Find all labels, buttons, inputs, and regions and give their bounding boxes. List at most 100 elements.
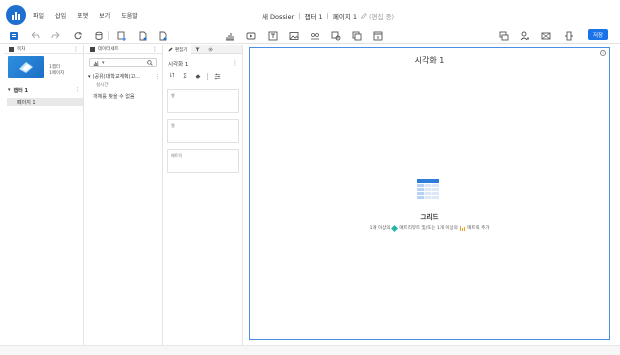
dossier-name[interactable]: 새 Dossier [262, 11, 294, 21]
dataset-item[interactable]: ▾ (공유)대학교계획(고... ⋮ [88, 73, 160, 81]
toc-icon [9, 46, 14, 52]
menu-help[interactable]: 도움말 [121, 11, 138, 20]
edit-status-label: (편집 중) [369, 13, 395, 21]
editor-more-icon[interactable]: ⋮ [232, 60, 238, 67]
chapter-label: 챕터 1 [13, 87, 28, 94]
pencil-icon [168, 47, 173, 52]
title-separator: | [326, 12, 329, 20]
dataset-more-icon[interactable]: ⋮ [152, 46, 158, 53]
columns-label: 열 [171, 123, 175, 128]
swap-icon[interactable]: ⮃ [168, 72, 176, 80]
editor-tabs: 편집기 [164, 45, 242, 54]
dataset-panel: 데이터세트 ⋮ ▾ ▾ (공유)대학교계획(고... ⋮ 실시간 개체를 찾을 … [85, 45, 163, 345]
menu-file[interactable]: 파일 [33, 11, 44, 20]
rows-drop-zone[interactable]: 행 [167, 89, 239, 113]
dataset-search[interactable]: ▾ [89, 58, 157, 67]
visualization-canvas[interactable]: 시각화 1 i 그리드 1개 이상의 애트리뷰트 및/또는 1개 이상의 메트릭… [249, 47, 610, 340]
hint-prefix: 1개 이상의 [369, 226, 391, 231]
main-menu: 파일 삽입 포맷 보기 도움말 [33, 11, 138, 20]
toc-panel-header: 목차 ⋮ [4, 45, 83, 54]
no-objects-message: 개체를 찾을 수 없음 [93, 94, 135, 100]
thumbnail-graphic-icon [19, 62, 33, 73]
metric-icon [459, 225, 466, 231]
visualization-title[interactable]: 시각화 1 [250, 55, 609, 66]
comment-icon[interactable] [498, 30, 509, 41]
page-name: 페이지 1 [332, 13, 358, 21]
refresh-icon[interactable] [72, 30, 83, 41]
filter-caret-icon[interactable]: ▾ [102, 60, 105, 66]
dataset-name: (공유)대학교계획(고... [92, 74, 140, 80]
present-icon[interactable] [540, 30, 551, 41]
visualization-hint: 1개 이상의 애트리뷰트 및/또는 1개 이상의 메트릭 추가 [250, 224, 609, 232]
shape-icon[interactable] [309, 30, 320, 41]
title-separator: | [298, 12, 301, 20]
page-count: 1페이지 [49, 71, 65, 76]
eraser-icon[interactable] [194, 72, 202, 80]
toc-toggle-icon[interactable] [8, 30, 19, 41]
hint-attribute-text: 애트리뷰트 및/또는 1개 이상의 [399, 226, 458, 231]
menu-insert[interactable]: 삽입 [55, 11, 66, 20]
page-thumbnail[interactable] [8, 56, 44, 78]
add-chapter-icon[interactable] [137, 30, 148, 41]
editor-tools: ⮃ Σ [168, 72, 221, 80]
dataset-icon [90, 46, 95, 52]
toolbar-divider [108, 31, 109, 40]
undo-icon[interactable] [29, 30, 40, 41]
info-icon[interactable]: i [600, 50, 606, 56]
tab-format[interactable] [204, 45, 217, 54]
toc-panel: 목차 ⋮ 1챕터 1페이지 ▾ 챕터 1 ⋮ 페이지 1 [4, 45, 84, 345]
chapter-caret-icon[interactable]: ▾ [8, 87, 11, 93]
chart-filter-icon[interactable] [93, 60, 99, 66]
redo-icon[interactable] [50, 30, 61, 41]
toc-more-icon[interactable]: ⋮ [73, 46, 79, 53]
editor-panel: 편집기 시각화 1 ⋮ ⮃ Σ 행 열 메트릭 [164, 45, 243, 345]
menu-bar: 파일 삽입 포맷 보기 도움말 새 Dossier | 챕터 1 | 페이지 1… [0, 0, 620, 30]
page-row[interactable]: 페이지 1 [7, 98, 83, 106]
dataset-panel-title: 데이터세트 [98, 47, 119, 52]
gear-icon [209, 47, 213, 52]
tab-editor-label: 편집기 [175, 47, 188, 53]
toc-panel-title: 목차 [17, 47, 26, 52]
pencil-icon [361, 13, 367, 19]
tab-filter[interactable] [191, 45, 204, 54]
chart-icon[interactable] [224, 30, 235, 41]
tab-editor[interactable]: 편집기 [164, 45, 192, 54]
edit-status: (편집 중) [361, 11, 394, 21]
attribute-icon [391, 224, 399, 232]
grid-visualization-icon [417, 179, 439, 199]
add-dataset-icon[interactable] [116, 30, 127, 41]
hint-metric-text: 메트릭 추가 [467, 226, 490, 231]
data-source-icon[interactable] [93, 30, 104, 41]
share-user-icon[interactable] [519, 30, 530, 41]
text-box-icon[interactable] [267, 30, 278, 41]
chapter-row[interactable]: ▾ 챕터 1 ⋮ [4, 86, 83, 94]
visualization-type-name: 그리드 [420, 213, 439, 221]
chapter-more-icon[interactable]: ⋮ [75, 87, 80, 93]
save-button[interactable]: 저장 [588, 29, 608, 40]
filter-panel-icon[interactable] [330, 30, 341, 41]
app-logo-icon[interactable] [6, 5, 26, 25]
menu-format[interactable]: 포맷 [77, 11, 88, 20]
video-icon[interactable] [245, 30, 256, 41]
dataset-panel-header: 데이터세트 ⋮ [85, 45, 162, 54]
tool-divider [207, 72, 208, 80]
menu-view[interactable]: 보기 [99, 11, 110, 20]
settings-sliders-icon[interactable] [213, 72, 221, 80]
bottom-bar [0, 345, 620, 355]
search-icon[interactable] [147, 60, 153, 66]
panel-stack-icon[interactable] [351, 30, 362, 41]
image-icon[interactable] [288, 30, 299, 41]
dataset-item-more-icon[interactable]: ⋮ [155, 74, 160, 80]
sum-icon[interactable]: Σ [181, 72, 189, 80]
metrics-drop-zone[interactable]: 메트릭 [167, 149, 239, 173]
dataset-caret-icon[interactable]: ▾ [88, 74, 91, 80]
document-title: 새 Dossier | 챕터 1 | 페이지 1 (편집 중) [262, 11, 394, 21]
filter-icon [195, 47, 200, 52]
columns-drop-zone[interactable]: 열 [167, 119, 239, 143]
page-label: 페이지 1 [17, 99, 36, 106]
add-page-icon[interactable] [157, 30, 168, 41]
toolbar [0, 27, 620, 44]
rows-label: 행 [171, 93, 175, 98]
responsive-view-icon[interactable] [563, 30, 574, 41]
info-window-icon[interactable] [372, 30, 383, 41]
